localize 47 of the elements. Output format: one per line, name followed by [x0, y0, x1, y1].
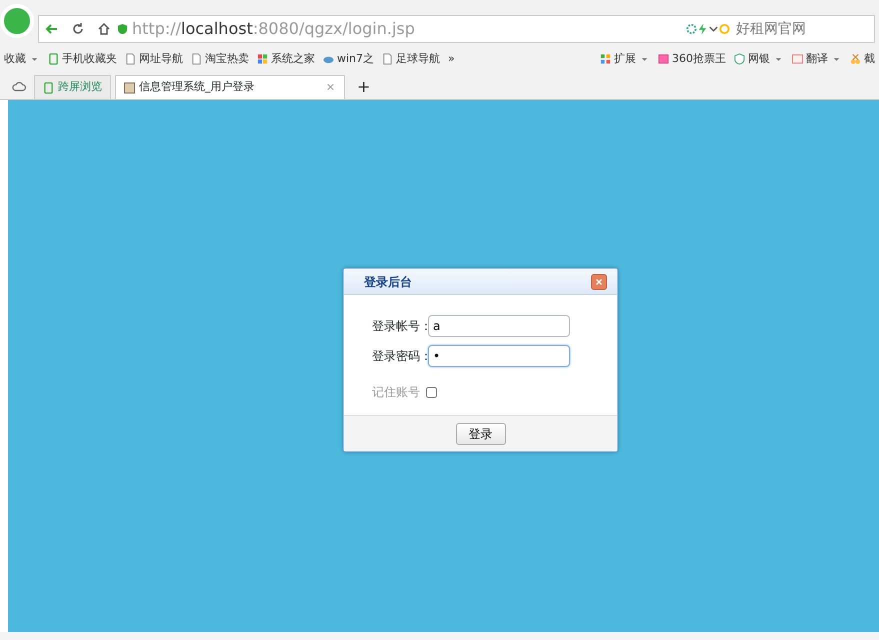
- checkbox-label: 记住账号: [372, 384, 420, 401]
- page-icon: [125, 53, 136, 65]
- bookmark-item[interactable]: 淘宝热卖: [187, 50, 253, 68]
- lightning-icon: [697, 23, 708, 35]
- cloud-icon: [12, 80, 26, 94]
- tab-label: 信息管理系统_用户登录: [139, 79, 254, 96]
- search-engine-icon: [719, 23, 730, 35]
- browser-logo-icon: [0, 4, 34, 38]
- input-field[interactable]: •: [428, 345, 570, 367]
- dialog-title: 登录后台: [364, 274, 412, 290]
- more-bookmarks-button[interactable]: »: [444, 50, 459, 68]
- page-thumbnail-icon: [124, 82, 135, 94]
- new-tab-button[interactable]: +: [349, 75, 378, 99]
- remember-checkbox[interactable]: [426, 386, 437, 398]
- bookmark-item[interactable]: 手机收藏夹: [44, 50, 121, 68]
- browser-tab[interactable]: 信息管理系统_用户登录: [115, 75, 345, 99]
- shield-icon: [117, 23, 128, 35]
- bookmark-item[interactable]: 翻译: [788, 50, 846, 68]
- bookmark-item[interactable]: 足球导航: [378, 50, 444, 68]
- windows-logo-icon: [257, 53, 268, 65]
- login-button[interactable]: 登录: [456, 422, 506, 444]
- close-icon: [594, 276, 604, 286]
- phone-icon: [48, 53, 59, 65]
- bookmark-item[interactable]: 截: [846, 50, 879, 68]
- input-field[interactable]: a: [428, 315, 570, 337]
- bookmark-item[interactable]: 扩展: [596, 50, 654, 68]
- phone-icon: [43, 82, 54, 94]
- bookmark-item[interactable]: 网址导航: [121, 50, 187, 68]
- shield-icon: [734, 53, 745, 65]
- bookmark-item[interactable]: 收藏: [0, 50, 44, 68]
- browser-tab[interactable]: 跨屏浏览: [34, 75, 111, 99]
- translate-icon: [792, 53, 803, 65]
- bookmark-item[interactable]: 360抢票王: [654, 50, 730, 68]
- refresh-icon: [686, 23, 697, 35]
- bookmark-item[interactable]: 网银: [730, 50, 788, 68]
- page-icon: [382, 53, 394, 65]
- tab-label: 跨屏浏览: [58, 79, 102, 96]
- scissors-icon: [850, 53, 861, 65]
- bookmark-item[interactable]: win7之: [319, 50, 378, 68]
- close-button[interactable]: [591, 274, 607, 290]
- ticket-icon: [658, 53, 669, 65]
- field-label: 登录帐号：: [372, 318, 428, 335]
- grid-icon: [600, 53, 611, 65]
- page-icon: [191, 53, 202, 65]
- bookmark-item[interactable]: 系统之家: [253, 50, 319, 68]
- field-label: 登录密码：: [372, 348, 428, 365]
- url-text[interactable]: http://localhost:8080/qgzx/login.jsp: [132, 17, 686, 41]
